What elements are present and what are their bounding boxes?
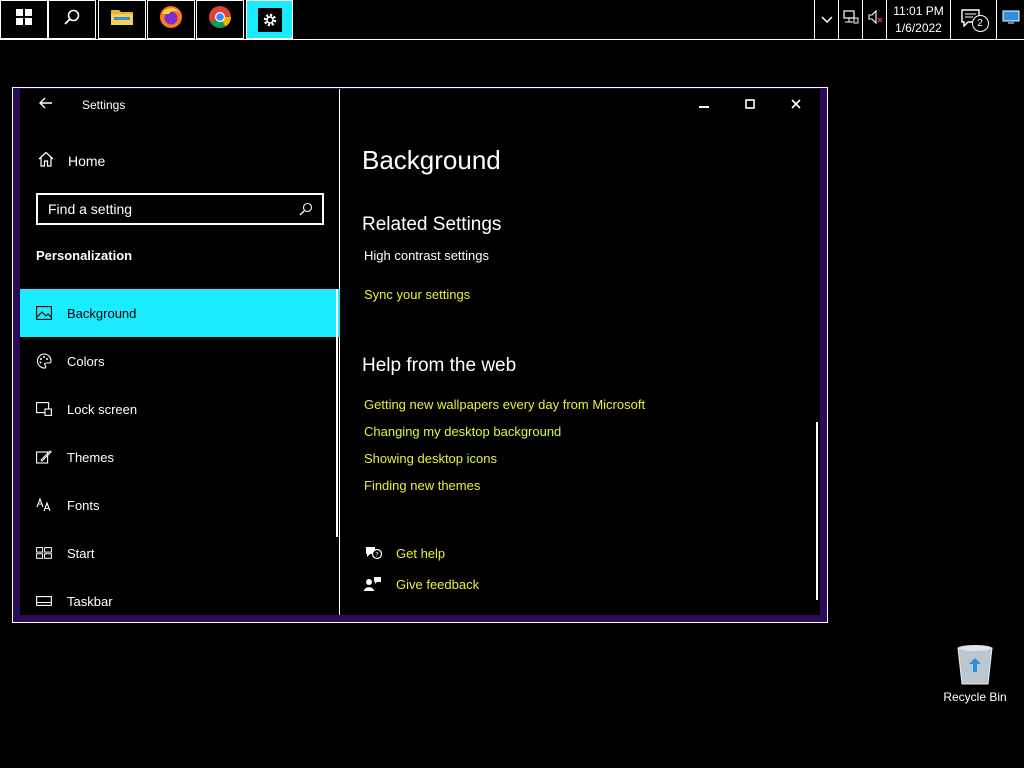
volume-muted-icon <box>867 9 883 30</box>
start-button[interactable] <box>0 0 48 39</box>
taskbar-chrome[interactable] <box>196 0 244 39</box>
nav-home-label: Home <box>68 152 106 169</box>
settings-window-body: Settings Home Personalization <box>20 89 820 615</box>
settings-search-input[interactable] <box>38 200 296 218</box>
desktop-icon <box>1002 10 1020 29</box>
window-title: Settings <box>82 98 126 112</box>
give-feedback-label: Give feedback <box>396 576 480 592</box>
nav-item-colors[interactable]: Colors <box>20 337 340 385</box>
network-icon <box>842 9 859 30</box>
nav-item-label: Themes <box>67 449 114 465</box>
nav-pane: Settings Home Personalization <box>20 89 340 615</box>
recycle-bin-icon <box>938 642 1012 686</box>
tray-overflow-button[interactable] <box>814 0 838 39</box>
taskbar-firefox[interactable] <box>147 0 195 39</box>
taskbar-file-explorer[interactable] <box>98 0 146 39</box>
related-settings-heading: Related Settings <box>362 214 502 235</box>
taskbar: 11:01 PM 1/6/2022 2 <box>0 0 1024 40</box>
help-link-new-themes[interactable]: Finding new themes <box>364 478 480 493</box>
nav-item-themes[interactable]: Themes <box>20 433 340 481</box>
nav-item-label: Background <box>67 305 137 321</box>
brush-icon <box>36 449 52 465</box>
nav-scrollbar[interactable] <box>336 289 338 537</box>
settings-window: Settings Home Personalization <box>12 87 828 623</box>
get-help-label: Get help <box>396 545 446 561</box>
page-title: Background <box>362 145 501 175</box>
content-pane: Background Related Settings High contras… <box>341 89 820 615</box>
search-icon[interactable] <box>296 199 316 219</box>
nav-item-background[interactable]: Background <box>20 289 340 337</box>
chrome-icon <box>208 5 232 34</box>
notification-count-badge: 2 <box>971 14 989 32</box>
home-icon <box>38 151 54 170</box>
help-from-web-heading: Help from the web <box>362 355 517 376</box>
nav-home[interactable]: Home <box>38 151 105 170</box>
lock-screen-icon <box>36 401 52 417</box>
font-icon <box>36 497 52 513</box>
image-icon <box>36 305 52 321</box>
help-link-wallpapers[interactable]: Getting new wallpapers every day from Mi… <box>364 397 645 412</box>
tray-clock[interactable]: 11:01 PM 1/6/2022 <box>886 0 950 39</box>
high-contrast-settings-link[interactable]: High contrast settings <box>364 248 489 263</box>
content-scrollbar[interactable] <box>816 422 818 600</box>
nav-item-label: Start <box>67 545 95 561</box>
nav-item-label: Colors <box>67 353 105 369</box>
nav-item-fonts[interactable]: Fonts <box>20 481 340 529</box>
notification-icon: 2 <box>960 8 989 32</box>
nav-item-label: Fonts <box>67 497 100 513</box>
nav-section-heading: Personalization <box>36 248 133 263</box>
taskbar-search-button[interactable] <box>48 0 96 39</box>
sync-settings-link[interactable]: Sync your settings <box>364 287 470 302</box>
get-help-link[interactable]: ? Get help <box>364 544 445 562</box>
recycle-bin-label: Recycle Bin <box>943 690 1007 704</box>
gear-icon <box>257 7 282 32</box>
nav-item-label: Lock screen <box>67 401 138 417</box>
folder-icon <box>110 7 134 32</box>
nav-item-label: Taskbar <box>67 593 113 609</box>
back-arrow-icon <box>39 96 53 114</box>
firefox-icon <box>159 5 183 34</box>
help-link-desktop-background[interactable]: Changing my desktop background <box>364 424 561 439</box>
settings-search-box[interactable] <box>36 193 324 225</box>
feedback-icon <box>364 575 382 593</box>
clock-date: 1/6/2022 <box>895 20 942 35</box>
nav-item-taskbar[interactable]: Taskbar <box>20 577 340 625</box>
chevron-up-icon <box>820 11 833 29</box>
help-link-desktop-icons[interactable]: Showing desktop icons <box>364 451 497 466</box>
tray-volume-button[interactable] <box>862 0 886 39</box>
taskbar-settings[interactable] <box>246 0 293 39</box>
search-icon <box>63 8 81 31</box>
action-center-button[interactable]: 2 <box>950 0 996 39</box>
nav-item-start[interactable]: Start <box>20 529 340 577</box>
nav-list: Background Colors Lock screen Themes Fon… <box>20 289 340 625</box>
give-feedback-link[interactable]: Give feedback <box>364 575 479 593</box>
nav-item-lock-screen[interactable]: Lock screen <box>20 385 340 433</box>
desktop-recycle-bin[interactable]: Recycle Bin <box>938 642 1012 704</box>
windows-logo-icon <box>16 9 32 30</box>
svg-text:?: ? <box>375 551 378 559</box>
palette-icon <box>36 353 52 369</box>
clock-time: 11:01 PM <box>893 3 944 18</box>
show-desktop-button[interactable] <box>996 0 1024 39</box>
start-icon <box>36 545 52 561</box>
tray-network-button[interactable] <box>838 0 862 39</box>
get-help-icon: ? <box>364 544 382 562</box>
back-button[interactable] <box>36 95 56 115</box>
taskbar-icon <box>36 593 52 609</box>
